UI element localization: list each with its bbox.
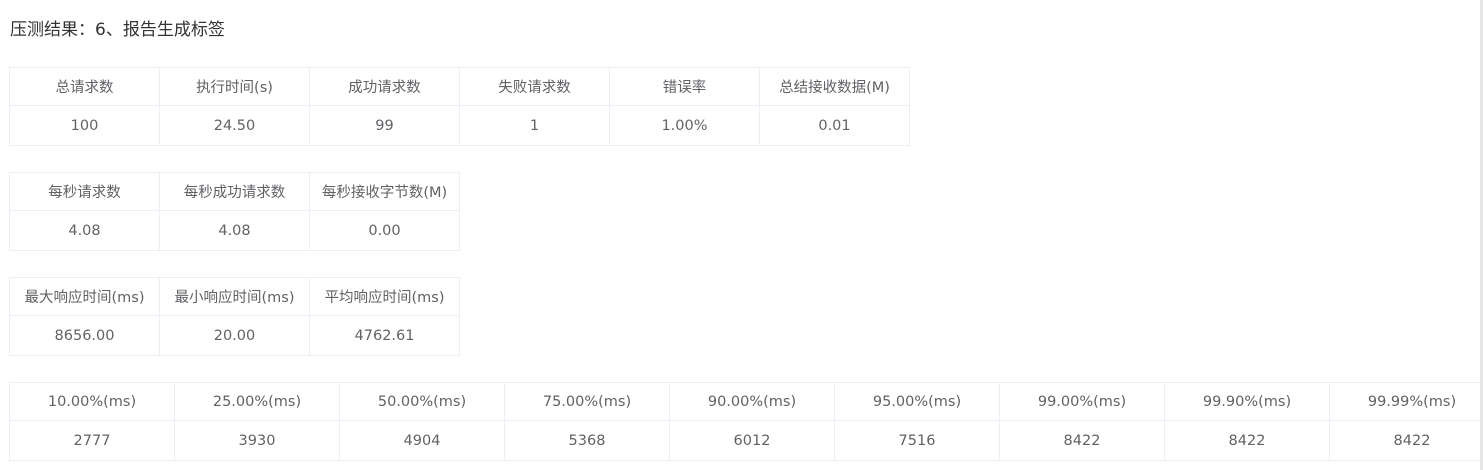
header-cell: 最大响应时间(ms)	[9, 277, 160, 316]
header-total-requests: 总请求数	[55, 80, 114, 96]
value-cell: 0.00	[309, 210, 460, 251]
value-cell: 8422	[1329, 420, 1483, 461]
value-p999: 8422	[1228, 432, 1266, 449]
value-cell: 4904	[339, 420, 505, 461]
rate-table: 每秒请求数 每秒成功请求数 每秒接收字节数(M) 4.08 4.08 0.00	[9, 172, 460, 251]
value-cell: 20.00	[159, 315, 310, 356]
header-p50: 50.00%(ms)	[377, 393, 467, 410]
header-execution-time: 执行时间(s)	[196, 80, 273, 96]
value-cell: 99	[309, 105, 460, 146]
header-cell: 99.99%(ms)	[1329, 382, 1483, 421]
table-header-row: 最大响应时间(ms) 最小响应时间(ms) 平均响应时间(ms)	[9, 277, 460, 316]
summary-table: 总请求数 执行时间(s) 成功请求数 失败请求数 错误率 总结接收数据(M) 1…	[9, 67, 910, 146]
header-cell: 75.00%(ms)	[504, 382, 670, 421]
header-p75: 75.00%(ms)	[542, 393, 632, 410]
value-cell: 6012	[669, 420, 835, 461]
value-cell: 4762.61	[309, 315, 460, 356]
header-cell: 25.00%(ms)	[174, 382, 340, 421]
header-cell: 总请求数	[9, 67, 160, 106]
header-error-rate: 错误率	[662, 80, 707, 96]
table-header-row: 每秒请求数 每秒成功请求数 每秒接收字节数(M)	[9, 172, 460, 211]
value-total-requests: 100	[70, 117, 99, 134]
header-p999: 99.90%(ms)	[1202, 393, 1292, 410]
header-p90: 90.00%(ms)	[707, 393, 797, 410]
value-cell: 1	[459, 105, 610, 146]
header-cell: 每秒请求数	[9, 172, 160, 211]
value-success-requests: 99	[375, 117, 394, 134]
value-cell: 5368	[504, 420, 670, 461]
stress-test-results-page: 压测结果：6、报告生成标签 总请求数 执行时间(s) 成功请求数 失败请求数 错…	[0, 0, 1483, 470]
value-cell: 3930	[174, 420, 340, 461]
header-cell: 错误率	[609, 67, 760, 106]
header-cell: 90.00%(ms)	[669, 382, 835, 421]
header-p95: 95.00%(ms)	[872, 393, 962, 410]
header-p9999: 99.99%(ms)	[1367, 393, 1457, 410]
value-cell: 4.08	[159, 210, 310, 251]
header-avg-response: 平均响应时间(ms)	[324, 290, 445, 306]
header-cell: 95.00%(ms)	[834, 382, 1000, 421]
header-cell: 平均响应时间(ms)	[309, 277, 460, 316]
value-p25: 3930	[238, 432, 276, 449]
value-total-received-data: 0.01	[818, 117, 851, 134]
header-requests-per-second: 每秒请求数	[48, 185, 121, 201]
value-cell: 8422	[999, 420, 1165, 461]
value-p75: 5368	[568, 432, 606, 449]
value-max-response: 8656.00	[54, 327, 115, 344]
table-header-row: 总请求数 执行时间(s) 成功请求数 失败请求数 错误率 总结接收数据(M)	[9, 67, 910, 106]
table-header-row: 10.00%(ms) 25.00%(ms) 50.00%(ms) 75.00%(…	[9, 382, 1483, 421]
header-cell: 99.00%(ms)	[999, 382, 1165, 421]
value-min-response: 20.00	[213, 327, 256, 344]
value-p10: 2777	[73, 432, 111, 449]
table-row: 100 24.50 99 1 1.00% 0.01	[9, 105, 910, 146]
value-avg-response: 4762.61	[354, 327, 415, 344]
header-cell: 最小响应时间(ms)	[159, 277, 310, 316]
value-cell: 4.08	[9, 210, 160, 251]
header-p99: 99.00%(ms)	[1037, 393, 1127, 410]
header-bytes-per-second: 每秒接收字节数(M)	[321, 185, 448, 201]
header-failed-requests: 失败请求数	[498, 80, 571, 96]
value-cell: 8422	[1164, 420, 1330, 461]
value-error-rate: 1.00%	[661, 117, 708, 134]
page-title: 压测结果：6、报告生成标签	[10, 20, 225, 40]
header-max-response: 最大响应时间(ms)	[24, 290, 145, 306]
value-p95: 7516	[898, 432, 936, 449]
value-failed-requests: 1	[529, 117, 540, 134]
header-cell: 失败请求数	[459, 67, 610, 106]
header-cell: 99.90%(ms)	[1164, 382, 1330, 421]
header-cell: 10.00%(ms)	[9, 382, 175, 421]
header-cell: 总结接收数据(M)	[759, 67, 910, 106]
value-cell: 8656.00	[9, 315, 160, 356]
header-success-requests: 成功请求数	[348, 80, 421, 96]
value-cell: 2777	[9, 420, 175, 461]
header-p25: 25.00%(ms)	[212, 393, 302, 410]
header-cell: 50.00%(ms)	[339, 382, 505, 421]
header-cell: 成功请求数	[309, 67, 460, 106]
header-cell: 执行时间(s)	[159, 67, 310, 106]
table-row: 4.08 4.08 0.00	[9, 210, 460, 251]
percentile-table: 10.00%(ms) 25.00%(ms) 50.00%(ms) 75.00%(…	[9, 382, 1483, 461]
value-requests-per-second: 4.08	[68, 222, 101, 239]
header-success-per-second: 每秒成功请求数	[183, 185, 286, 201]
response-time-table: 最大响应时间(ms) 最小响应时间(ms) 平均响应时间(ms) 8656.00…	[9, 277, 460, 356]
header-p10: 10.00%(ms)	[47, 393, 137, 410]
table-row: 2777 3930 4904 5368 6012 7516 8422 8422 …	[9, 420, 1483, 461]
table-row: 8656.00 20.00 4762.61	[9, 315, 460, 356]
value-p50: 4904	[403, 432, 441, 449]
value-p9999: 8422	[1393, 432, 1431, 449]
header-total-received-data: 总结接收数据(M)	[779, 80, 890, 96]
header-cell: 每秒接收字节数(M)	[309, 172, 460, 211]
value-p90: 6012	[733, 432, 771, 449]
value-cell: 100	[9, 105, 160, 146]
value-cell: 7516	[834, 420, 1000, 461]
value-execution-time: 24.50	[213, 117, 256, 134]
header-cell: 每秒成功请求数	[159, 172, 310, 211]
value-bytes-per-second: 0.00	[368, 222, 401, 239]
header-min-response: 最小响应时间(ms)	[174, 290, 295, 306]
value-cell: 24.50	[159, 105, 310, 146]
value-cell: 0.01	[759, 105, 910, 146]
value-p99: 8422	[1063, 432, 1101, 449]
value-cell: 1.00%	[609, 105, 760, 146]
value-success-per-second: 4.08	[218, 222, 251, 239]
